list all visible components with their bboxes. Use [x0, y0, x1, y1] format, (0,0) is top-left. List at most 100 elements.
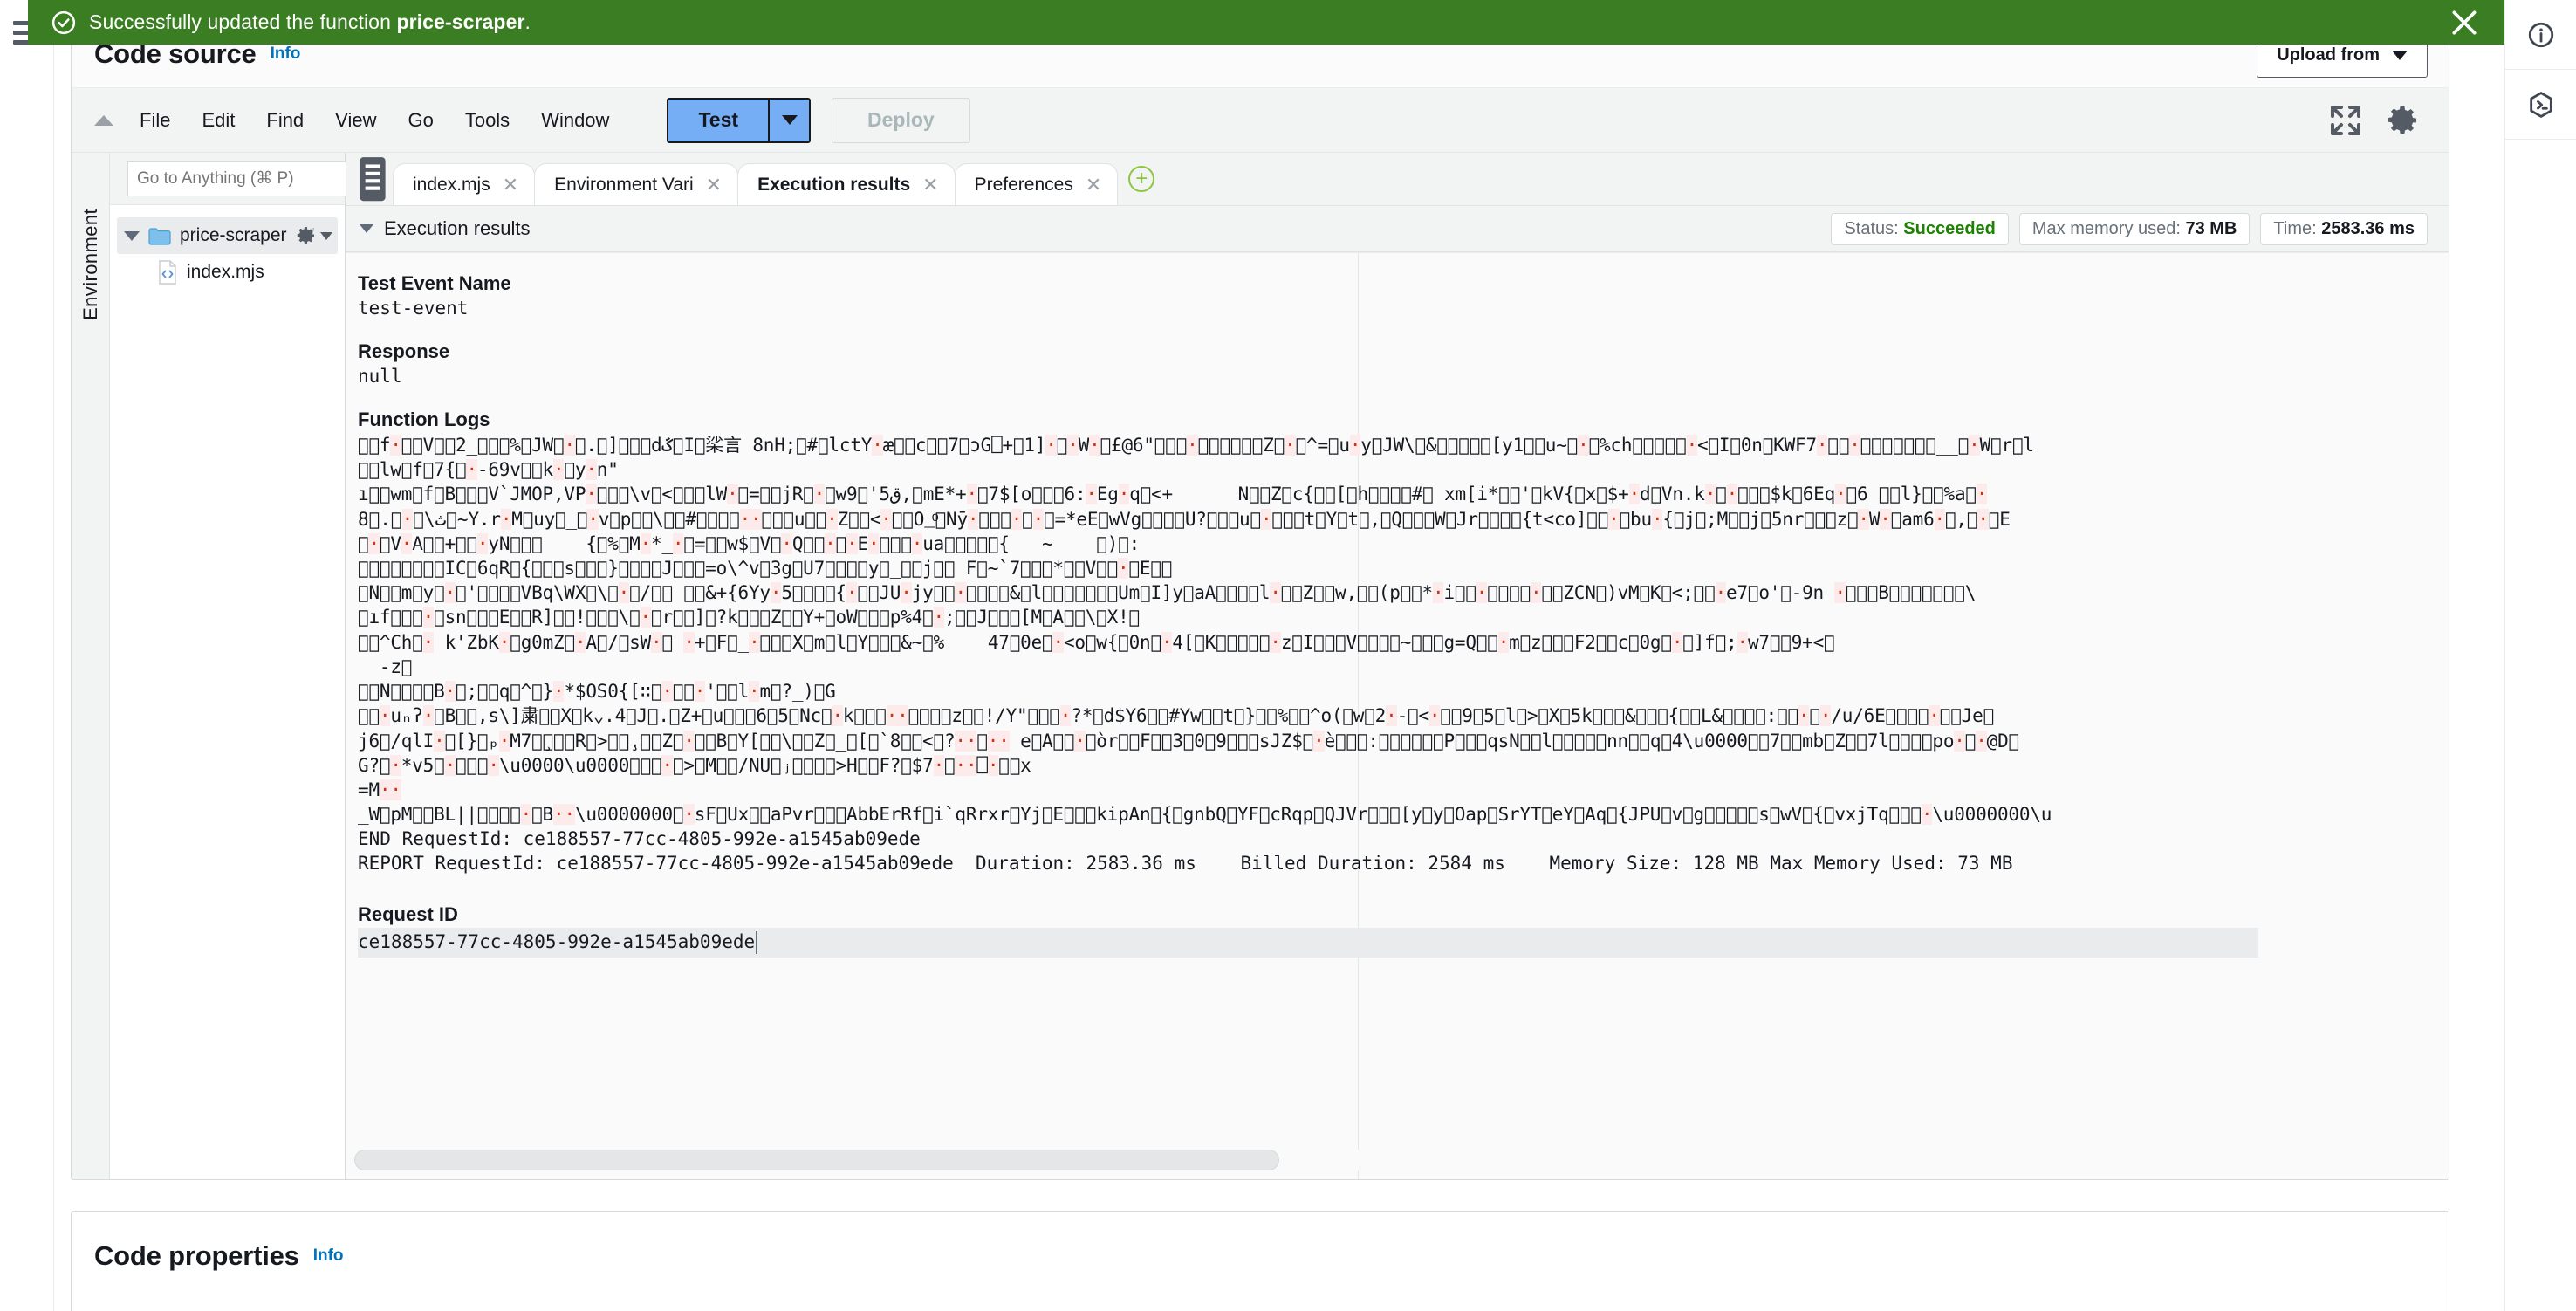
function-log-line: ı  wm f B   V`JMOP,VP·   \v <   lW· =  j…	[358, 484, 1988, 505]
control-char: ·	[586, 459, 597, 481]
control-char: ·	[1067, 434, 1079, 456]
close-icon[interactable]: ✕	[503, 175, 518, 195]
chevron-down-icon[interactable]	[360, 224, 373, 233]
close-icon[interactable]: ✕	[1086, 175, 1101, 195]
control-char: ·	[1976, 484, 1988, 505]
control-char: ·	[1834, 582, 1846, 604]
control-char: ·	[955, 730, 966, 752]
control-char: ·	[1161, 631, 1173, 653]
close-icon[interactable]: ✕	[922, 175, 938, 195]
control-char: ·	[498, 730, 510, 752]
gear-icon[interactable]	[2386, 103, 2421, 138]
tab-execution-results[interactable]: Execution results ✕	[737, 163, 956, 205]
control-char: ·	[694, 681, 706, 703]
close-icon[interactable]	[2447, 5, 2482, 40]
search-input[interactable]	[127, 161, 360, 196]
test-dropdown-button[interactable]	[769, 97, 812, 143]
control-char: ·	[1858, 508, 1869, 530]
control-char: ·	[683, 631, 695, 653]
control-char: ·	[1531, 582, 1542, 604]
menu-file[interactable]: File	[124, 102, 186, 139]
end-request-line: END RequestId: ce188557-77cc-4805-992e-a…	[358, 827, 921, 849]
menu-tools[interactable]: Tools	[449, 102, 525, 139]
control-char: ·	[444, 754, 456, 776]
control-char: ·	[390, 434, 401, 456]
control-char: ·	[965, 730, 977, 752]
control-char: ·	[553, 804, 565, 826]
time-badge: Time: 2583.36 ms	[2260, 212, 2428, 245]
control-char: ·	[379, 705, 391, 727]
deploy-button[interactable]: Deploy	[832, 97, 970, 143]
function-log-line:   N    B· ;  q ^ }·*$OS0{[∷ ·  ·'  l·m ?…	[358, 681, 836, 703]
control-char: ·	[967, 508, 979, 530]
environment-tab-label[interactable]: Environment	[79, 209, 102, 320]
menu-window[interactable]: Window	[525, 102, 625, 139]
control-char: ·	[618, 582, 630, 604]
menu-go[interactable]: Go	[392, 102, 449, 139]
control-char: ·	[1704, 484, 1716, 505]
cloudshell-icon[interactable]	[2505, 70, 2576, 140]
new-tab-button[interactable]: +	[1117, 153, 1166, 205]
control-char: ·	[1270, 631, 1281, 653]
function-log-line: -z 	[358, 656, 413, 677]
plus-icon: +	[1128, 166, 1155, 192]
tree-file-index-mjs[interactable]: index.mjs	[117, 254, 338, 291]
control-char: ·	[640, 532, 652, 554]
control-char: ·	[998, 730, 1010, 752]
control-char: ·	[832, 705, 843, 727]
menu-view[interactable]: View	[319, 102, 392, 139]
control-char: ·	[1715, 582, 1727, 604]
control-char: ·	[1835, 484, 1846, 505]
close-icon[interactable]: ✕	[706, 175, 722, 195]
chevron-down-icon	[320, 231, 332, 240]
code-source-info-link[interactable]: Info	[271, 45, 301, 64]
tab-preferences[interactable]: Preferences ✕	[954, 163, 1119, 205]
upload-from-label: Upload from	[2277, 45, 2380, 65]
scrollbar-thumb[interactable]	[354, 1150, 1279, 1170]
control-char: ·	[1954, 730, 1965, 752]
editor-tabstrip: index.mjs ✕ Environment Vari ✕ Execution…	[346, 153, 2449, 205]
collapse-menu-icon[interactable]	[84, 114, 124, 126]
file-explorer: price-scraper - /	[110, 153, 360, 1179]
control-char: ·	[867, 532, 880, 554]
menu-edit[interactable]: Edit	[186, 102, 250, 139]
execution-output-pane[interactable]: Test Event Name test-event Response null…	[346, 252, 2449, 1179]
control-char: ·	[500, 508, 512, 530]
test-button[interactable]: Test	[667, 97, 770, 143]
function-log-line: _W pM  BL||    · B··\u0000000 ·sF Ux  aP…	[358, 804, 2052, 826]
function-log-line: 8 . · \ ث~Y.r·M uy _ ·v p  \  #    ··   …	[358, 508, 2011, 530]
tab-list-icon[interactable]	[353, 153, 393, 205]
tab-environment-variables[interactable]: Environment Vari ✕	[534, 163, 739, 205]
control-char: ·	[826, 508, 838, 530]
execution-results-bar: Execution results Status: Succeeded Max …	[346, 205, 2449, 252]
control-char: ·	[1059, 705, 1072, 727]
control-char: ·	[933, 754, 945, 776]
control-char: ·	[1285, 434, 1296, 456]
control-char: ·	[901, 582, 912, 604]
control-char: ·	[640, 607, 651, 628]
code-source-panel: Code source Info Upload from File Edit F…	[71, 19, 2449, 1180]
code-properties-info-link[interactable]: Info	[313, 1246, 344, 1266]
cloud9-ide: File Edit Find View Go Tools Window Test…	[72, 88, 2449, 1179]
control-char: ·	[1476, 582, 1488, 604]
control-char: ·	[1432, 582, 1444, 604]
control-char: ·	[574, 631, 586, 653]
control-char: ·	[553, 681, 565, 703]
tab-label: Environment Vari	[554, 174, 694, 195]
tree-settings-button[interactable]	[296, 225, 332, 246]
control-char: ·	[1969, 434, 1980, 456]
max-memory-badge: Max memory used: 73 MB	[2018, 212, 2251, 245]
control-char: ·	[750, 508, 762, 530]
menu-find[interactable]: Find	[250, 102, 319, 139]
horizontal-scrollbar[interactable]	[354, 1150, 2436, 1170]
control-char: ·	[846, 532, 858, 554]
function-log-line:  N  m y · '    VBq\WX \ · /     &+{6Yy·5…	[358, 582, 1977, 604]
tab-index-mjs[interactable]: index.mjs ✕	[393, 163, 536, 205]
control-char: ·	[1628, 484, 1641, 505]
control-char: ·	[564, 434, 575, 456]
page-content: Code source Info Upload from File Edit F…	[54, 0, 2504, 1311]
fullscreen-icon[interactable]	[2328, 103, 2363, 138]
tree-root-price-scraper[interactable]: price-scraper - /	[117, 217, 338, 254]
test-button-group: Test	[667, 97, 812, 143]
info-icon[interactable]	[2505, 0, 2576, 70]
